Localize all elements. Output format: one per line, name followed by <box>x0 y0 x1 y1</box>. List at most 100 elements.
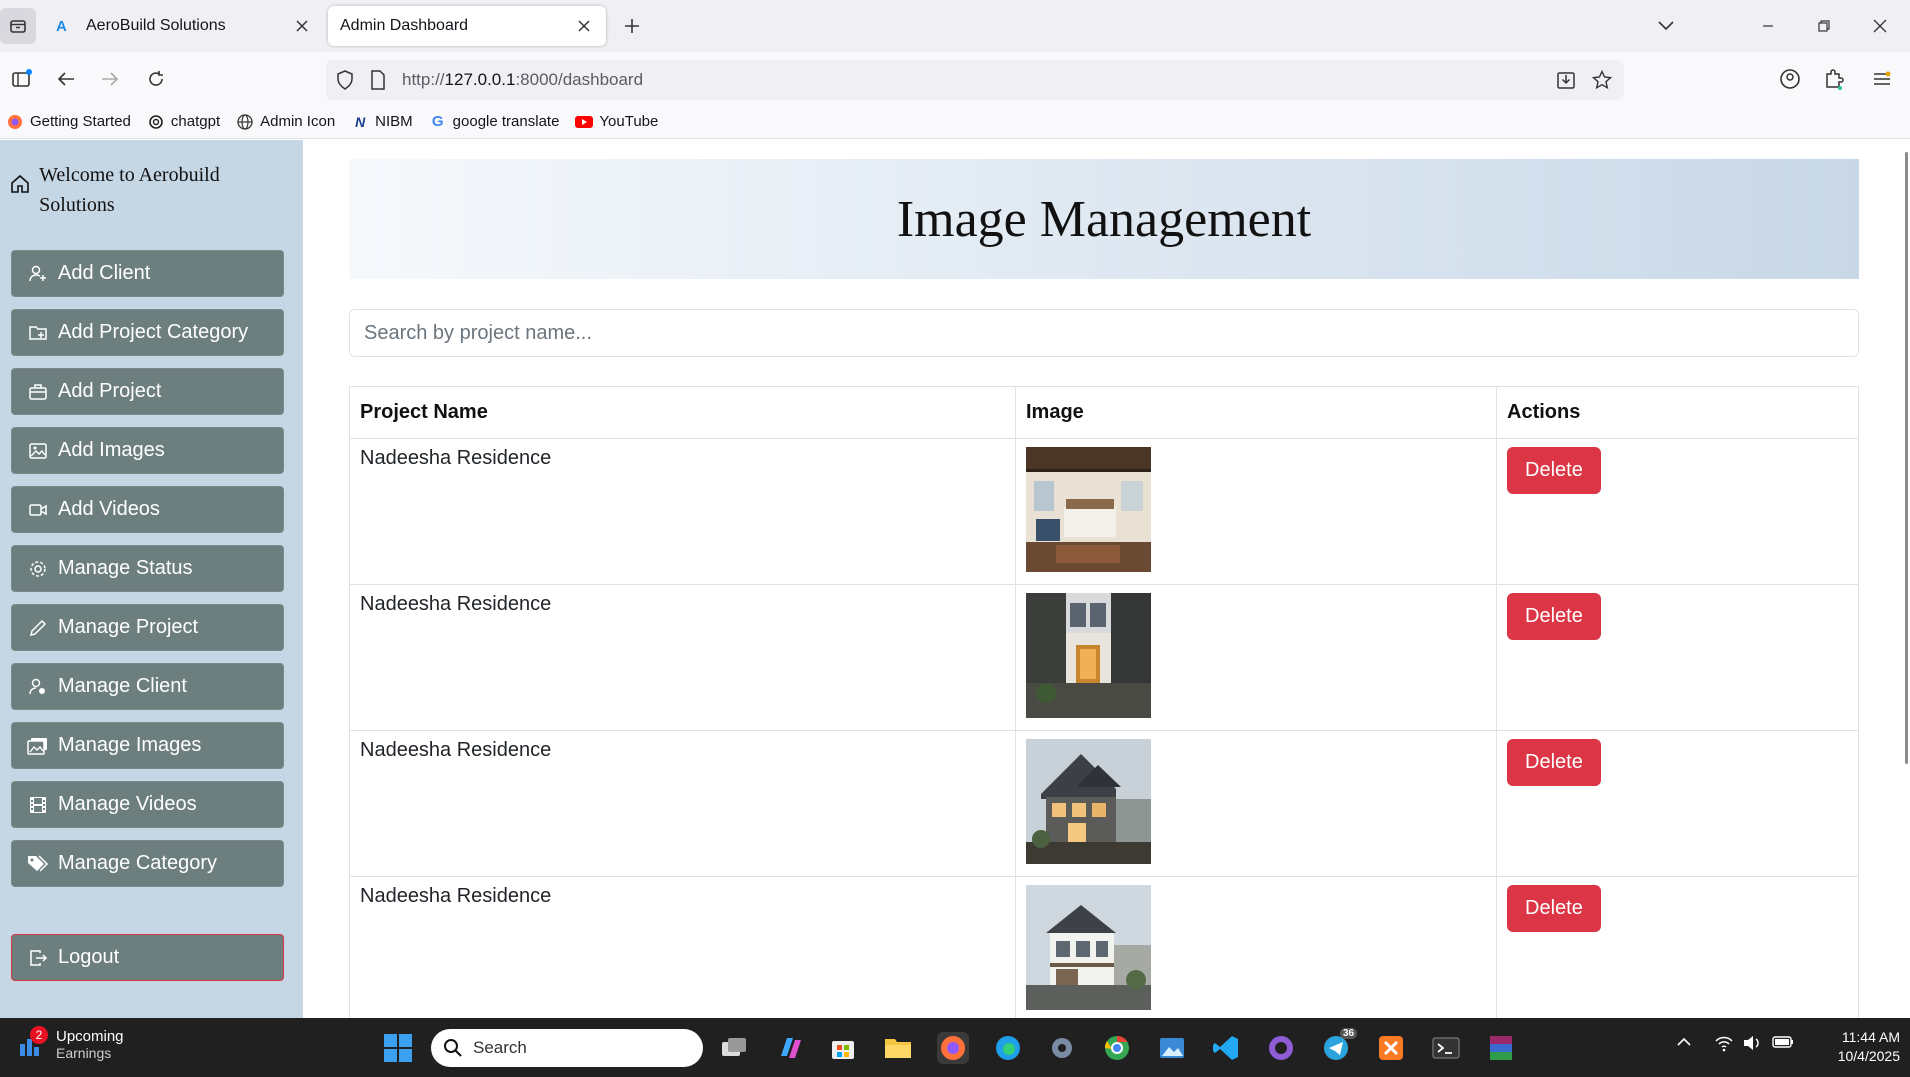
film-icon <box>26 793 50 817</box>
bookmark-youtube[interactable]: YouTube <box>575 113 658 131</box>
github-desktop-icon[interactable] <box>1265 1032 1297 1064</box>
table-row: Nadeesha Residence Delete <box>349 584 1859 731</box>
settings-icon[interactable] <box>1046 1032 1078 1064</box>
xampp-icon[interactable] <box>1375 1032 1407 1064</box>
sidebar-item-manage-category[interactable]: Manage Category <box>11 840 284 887</box>
sidebar-item-add-client[interactable]: Add Client <box>11 250 284 297</box>
firefox-taskbar-icon[interactable] <box>937 1032 969 1064</box>
news-widget[interactable]: 2 Upcoming Earnings <box>16 1025 124 1061</box>
close-window-button[interactable] <box>1866 12 1894 40</box>
search-icon <box>444 1039 462 1057</box>
tab-aerobuild[interactable]: A AeroBuild Solutions <box>44 6 324 46</box>
list-all-tabs-button[interactable] <box>1652 12 1680 40</box>
bookmark-admin-icon[interactable]: Admin Icon <box>236 113 335 131</box>
telegram-badge: 36 <box>1340 1028 1358 1039</box>
project-image-thumbnail[interactable] <box>1026 447 1151 572</box>
new-tab-button[interactable] <box>620 14 644 38</box>
chrome-icon[interactable] <box>1101 1032 1133 1064</box>
delete-button[interactable]: Delete <box>1507 885 1601 932</box>
delete-button[interactable]: Delete <box>1507 593 1601 640</box>
vscode-icon[interactable] <box>1210 1032 1242 1064</box>
sidebar-item-manage-client[interactable]: Manage Client <box>11 663 284 710</box>
task-view-icon[interactable] <box>718 1032 750 1064</box>
home-icon[interactable] <box>10 174 31 199</box>
tab-title: AeroBuild Solutions <box>86 17 226 34</box>
sidebar-item-manage-project[interactable]: Manage Project <box>11 604 284 651</box>
menu-button[interactable] <box>1868 65 1896 93</box>
chevron-down-icon <box>1658 21 1674 31</box>
sidebar-item-manage-images[interactable]: Manage Images <box>11 722 284 769</box>
image-cell <box>1015 438 1497 585</box>
sidebar-item-manage-videos[interactable]: Manage Videos <box>11 781 284 828</box>
table-row: Nadeesha Residence Delete <box>349 876 1859 1018</box>
tab-overview-button[interactable] <box>0 8 36 44</box>
search-input[interactable] <box>349 309 1859 357</box>
project-image-thumbnail[interactable] <box>1026 739 1151 864</box>
project-name-cell: Nadeesha Residence <box>349 584 1016 731</box>
extensions-button[interactable] <box>1820 65 1848 93</box>
show-hidden-icons[interactable] <box>1676 1034 1692 1055</box>
page-scrollbar[interactable] <box>1905 152 1908 764</box>
bookmark-star-icon[interactable] <box>1591 69 1613 95</box>
logout-button[interactable]: Logout <box>11 934 284 981</box>
reload-button[interactable] <box>142 65 170 93</box>
copilot-icon[interactable] <box>773 1032 805 1064</box>
address-bar[interactable]: http://127.0.0.1:8000/dashboard <box>326 60 1624 100</box>
tab-list-icon <box>10 20 26 33</box>
sidebar-item-add-project[interactable]: Add Project <box>11 368 284 415</box>
wifi-icon[interactable] <box>1714 1034 1734 1057</box>
image-cell <box>1015 876 1497 1018</box>
taskbar-search[interactable]: Search <box>431 1029 703 1067</box>
sidebar-item-add-videos[interactable]: Add Videos <box>11 486 284 533</box>
sidebar-item-manage-status[interactable]: Manage Status <box>11 545 284 592</box>
edge-icon[interactable] <box>992 1032 1024 1064</box>
close-icon[interactable] <box>574 16 594 36</box>
hamburger-menu-icon <box>1874 71 1891 85</box>
delete-button[interactable]: Delete <box>1507 739 1601 786</box>
delete-button[interactable]: Delete <box>1507 447 1601 494</box>
battery-icon[interactable] <box>1772 1034 1794 1055</box>
sidebar-item-add-project-category[interactable]: Add Project Category <box>11 309 284 356</box>
microsoft-store-icon[interactable] <box>827 1032 859 1064</box>
bookmark-chatgpt[interactable]: chatgpt <box>147 113 220 131</box>
table-row: Nadeesha Residence Delete <box>349 438 1859 585</box>
sidebar-icon <box>12 69 32 87</box>
project-name-cell: Nadeesha Residence <box>349 730 1016 877</box>
bookmark-nibm[interactable]: N NIBM <box>351 113 413 131</box>
forward-button[interactable] <box>96 65 124 93</box>
tab-title: Admin Dashboard <box>340 17 469 34</box>
winrar-icon[interactable] <box>1485 1032 1517 1064</box>
back-button[interactable] <box>52 65 80 93</box>
sidebar-toggle-button[interactable] <box>8 65 36 93</box>
sidebar-item-add-images[interactable]: Add Images <box>11 427 284 474</box>
bookmark-getting-started[interactable]: Getting Started <box>6 113 131 131</box>
project-name-cell: Nadeesha Residence <box>349 438 1016 585</box>
account-button[interactable] <box>1776 65 1804 93</box>
restore-button[interactable] <box>1810 12 1838 40</box>
folder-plus-icon <box>26 321 50 345</box>
widget-title: Upcoming <box>56 1028 124 1045</box>
minimize-button[interactable] <box>1754 12 1782 40</box>
start-button[interactable] <box>384 1034 412 1062</box>
volume-icon[interactable] <box>1742 1034 1762 1057</box>
terminal-icon[interactable] <box>1430 1032 1462 1064</box>
column-header-actions: Actions <box>1496 386 1859 439</box>
project-image-thumbnail[interactable] <box>1026 593 1151 718</box>
close-icon[interactable] <box>292 16 312 36</box>
file-explorer-icon[interactable] <box>882 1032 914 1064</box>
close-icon <box>1873 19 1887 33</box>
bookmark-google-translate[interactable]: G google translate <box>429 113 560 131</box>
page-icon[interactable] <box>370 70 386 95</box>
arrow-right-icon <box>102 72 119 86</box>
photos-icon[interactable] <box>1156 1032 1188 1064</box>
windows-taskbar: 2 Upcoming Earnings Search 36 11:44 AM 1… <box>0 1018 1910 1077</box>
youtube-icon <box>575 113 594 131</box>
taskbar-clock[interactable]: 11:44 AM 10/4/2025 <box>1800 1028 1900 1066</box>
actions-cell: Delete <box>1496 438 1859 585</box>
nibm-icon: N <box>355 113 366 130</box>
save-page-icon[interactable] <box>1556 70 1576 95</box>
telegram-icon[interactable]: 36 <box>1320 1028 1358 1064</box>
tab-admin-dashboard[interactable]: Admin Dashboard <box>328 6 606 46</box>
project-image-thumbnail[interactable] <box>1026 885 1151 1010</box>
shield-icon[interactable] <box>336 70 354 95</box>
